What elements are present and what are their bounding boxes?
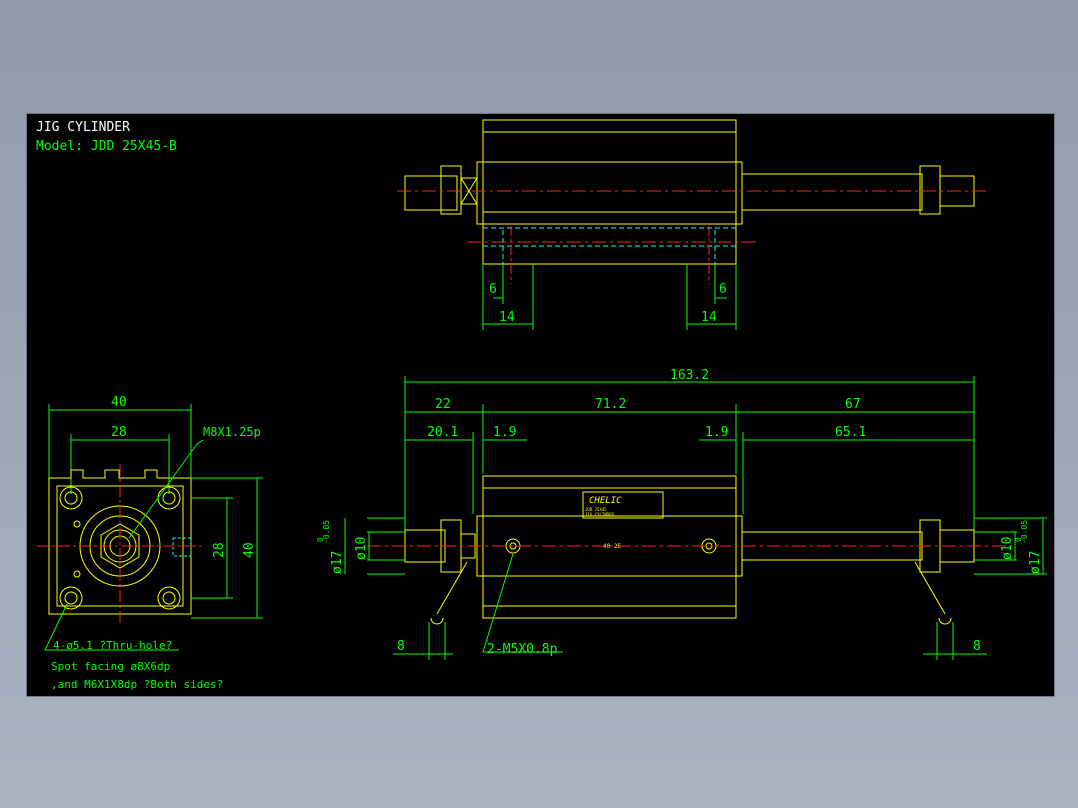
dim-163-2: 163.2 [670, 368, 709, 383]
thread-callout: M8X1.25p [203, 425, 261, 439]
dim-22: 22 [435, 397, 451, 412]
dia-left-outer: ø17 [330, 551, 345, 574]
hole-note-3: ,and M6X1X8dp ?Both sides? [51, 678, 223, 691]
end-dim-28-top: 28 [111, 425, 127, 440]
top-dim-6-left: 6 [489, 282, 497, 297]
title-line2: Model: JDD 25X45-B [36, 139, 177, 154]
side-view: 163.2 22 71.2 67 20.1 1.9 1.9 65.1 CHELI… [316, 368, 1047, 660]
dim-20-1: 20.1 [427, 425, 458, 440]
drawing-svg: JIG CYLINDER Model: JDD 25X45-B 6 14 6 1… [36, 119, 1047, 691]
dia-left-inner: ø10 [354, 537, 369, 560]
brand-label: CHELIC [589, 496, 622, 506]
dim-65-1: 65.1 [835, 425, 866, 440]
title-line1: JIG CYLINDER [36, 120, 130, 135]
end-dim-40-right: 40 [242, 542, 257, 558]
end-dim-40-top: 40 [111, 395, 127, 410]
tol-lower-right: -0.05 [1020, 520, 1029, 544]
dim-1-9-left: 1.9 [493, 425, 516, 440]
top-dim-14-left: 14 [499, 310, 515, 325]
dia-right-outer: ø17 [1028, 551, 1043, 574]
bottom-dim-8-left: 8 [397, 639, 405, 654]
top-dim-6-right: 6 [719, 282, 727, 297]
dim-71-2: 71.2 [595, 397, 626, 412]
port-callout: 2-M5X0.8p [487, 642, 558, 657]
dim-1-9-right: 1.9 [705, 425, 728, 440]
top-view: 6 14 6 14 [397, 119, 987, 330]
end-dim-28-right: 28 [212, 542, 227, 558]
end-view: 40 28 28 40 M8X1.25p 4-ø5.1 ?Thru-hole? … [37, 395, 263, 691]
bottom-dim-8-right: 8 [973, 639, 981, 654]
dim-67: 67 [845, 397, 861, 412]
hole-note-2: Spot facing ø8X6dp [51, 660, 170, 673]
plate-line2: JIG CYLINDER [585, 512, 614, 517]
tol-lower-left: -0.05 [322, 520, 331, 544]
hole-note-1: 4-ø5.1 ?Thru-hole? [53, 639, 172, 652]
dia-right-inner: ø10 [1000, 537, 1015, 560]
cad-drawing-area: JIG CYLINDER Model: JDD 25X45-B 6 14 6 1… [26, 113, 1055, 697]
top-dim-14-right: 14 [701, 310, 717, 325]
